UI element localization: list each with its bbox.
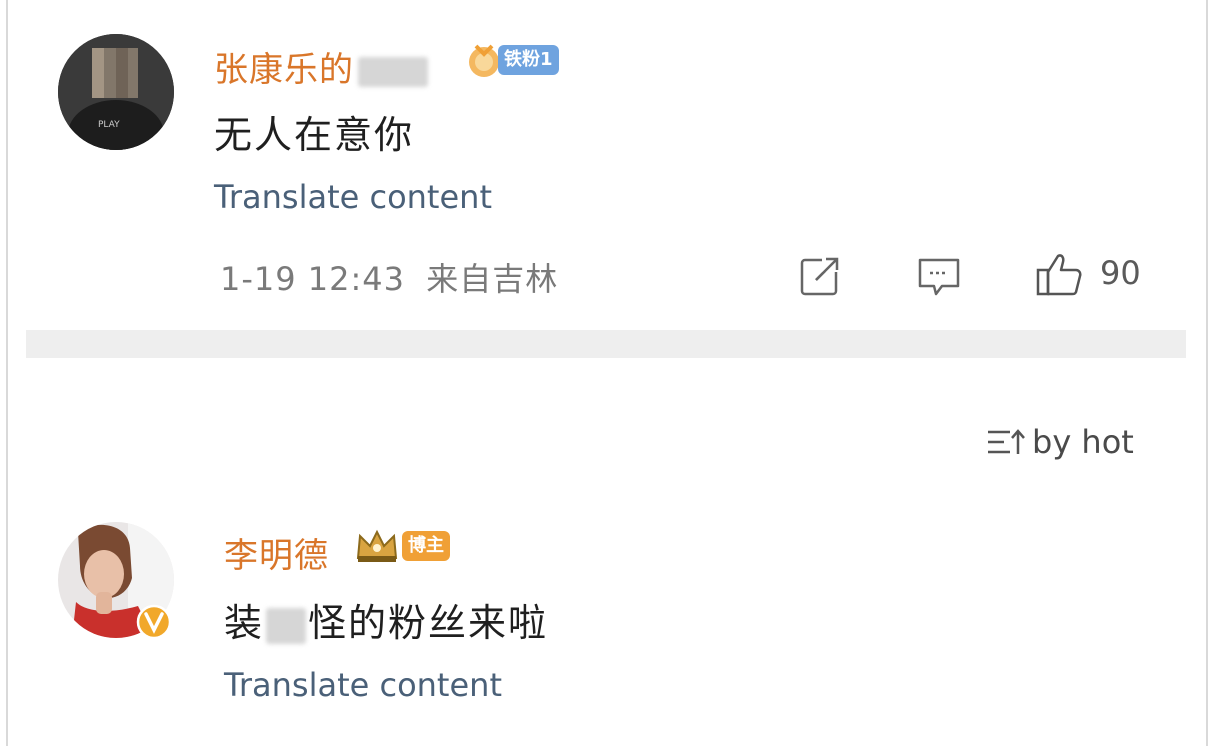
verified-badge-icon <box>136 604 172 640</box>
location: 来自吉林 <box>426 260 559 298</box>
comment-text: 装怪的粉丝来啦 <box>224 592 548 647</box>
comment-text-end: 怪的粉丝来啦 <box>308 601 549 645</box>
verified-badge <box>136 604 172 644</box>
username[interactable]: 张康乐的 <box>214 42 428 91</box>
comment-icon <box>918 258 960 296</box>
blurred-name <box>358 56 428 87</box>
comment-text-start: 装 <box>224 601 265 645</box>
comment-text: 无人在意你 <box>214 113 415 157</box>
timestamp: 1-19 12:43 <box>220 260 406 298</box>
svg-text:PLAY: PLAY <box>98 120 120 130</box>
share-button[interactable] <box>798 254 842 302</box>
translate-link[interactable]: Translate content <box>224 666 502 704</box>
username-text: 张康乐的 <box>214 50 354 90</box>
blurred-word <box>266 607 307 644</box>
fan-level-badge: 铁粉1 <box>498 45 559 75</box>
sort-label: by hot <box>1032 423 1134 461</box>
section-divider <box>26 330 1186 358</box>
like-button[interactable] <box>1034 250 1084 302</box>
translate-link[interactable]: Translate content <box>214 178 492 216</box>
crown-icon <box>356 529 398 562</box>
fan-badge[interactable]: 铁粉1 <box>464 40 559 80</box>
share-icon <box>800 256 840 296</box>
sort-icon <box>988 429 1025 454</box>
username[interactable]: 李明德 <box>224 528 329 577</box>
author-label-badge: 博主 <box>402 531 450 561</box>
author-badge[interactable]: 博主 <box>354 526 450 566</box>
comment-panel: PLAY 张康乐的 铁粉1 无人在意你 Translate content 1-… <box>6 0 1208 746</box>
like-count: 90 <box>1100 254 1141 292</box>
sort-by-hot-button[interactable]: by hot <box>986 420 1134 464</box>
thumbs-up-icon <box>1036 254 1082 296</box>
avatar[interactable]: PLAY <box>58 34 174 150</box>
comment-meta: 1-19 12:43 来自吉林 <box>220 254 558 300</box>
comment-button[interactable] <box>916 254 962 302</box>
